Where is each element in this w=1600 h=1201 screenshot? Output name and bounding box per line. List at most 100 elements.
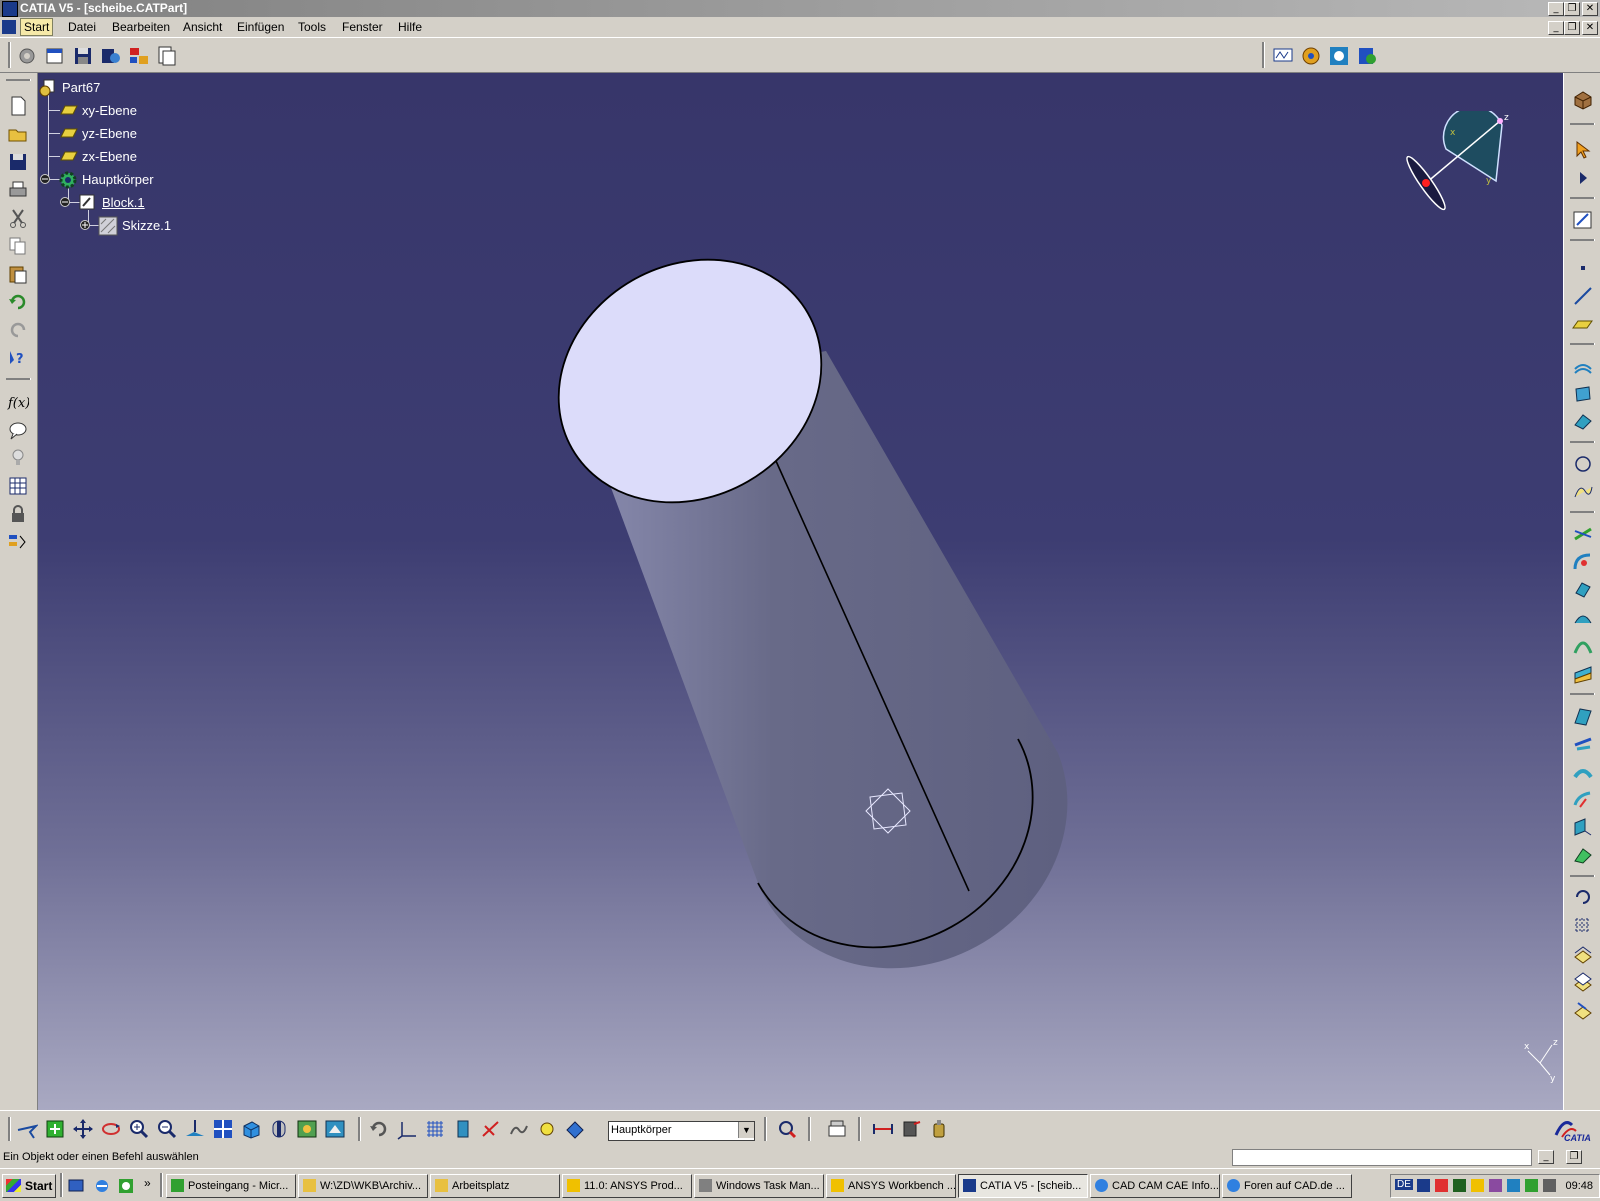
menu-bearbeiten[interactable]: Bearbeiten	[112, 20, 170, 34]
new-document-icon[interactable]	[7, 95, 29, 117]
save-icon[interactable]	[7, 151, 29, 173]
fillet-icon[interactable]	[1572, 551, 1594, 573]
antivirus-icon[interactable]	[1435, 1179, 1448, 1192]
select-arrow-icon[interactable]	[1572, 139, 1594, 161]
boolean-icon[interactable]	[1572, 943, 1594, 965]
fit-all-icon[interactable]	[44, 1118, 66, 1140]
extrude-icon[interactable]	[1572, 355, 1594, 377]
task-outlook[interactable]: Posteingang - Micr...	[166, 1174, 296, 1198]
task-explorer-archive[interactable]: W:\ZD\WKB\Archiv...	[298, 1174, 428, 1198]
3d-viewport[interactable]: Part67 xy-Ebene yz-Ebene zx-Ebene Hauptk…	[38, 73, 1563, 1110]
product-tree-icon[interactable]	[128, 45, 150, 67]
thick-surface-icon[interactable]	[1572, 705, 1594, 727]
document-icon[interactable]	[2, 20, 16, 34]
inertia-icon[interactable]	[928, 1118, 950, 1140]
comment-icon[interactable]	[7, 419, 29, 441]
ansys-tray-icon[interactable]	[1471, 1179, 1484, 1192]
display-tray-icon[interactable]	[1507, 1179, 1520, 1192]
translate-icon[interactable]	[1572, 579, 1594, 601]
show-desktop-icon[interactable]	[68, 1178, 84, 1194]
task-browser-cad-forum[interactable]: Foren auf CAD.de ...	[1222, 1174, 1352, 1198]
shading-icon[interactable]	[268, 1118, 290, 1140]
thickness-icon[interactable]	[1572, 845, 1594, 867]
compass-widget[interactable]: x y z	[1396, 111, 1516, 221]
menu-fenster[interactable]: Fenster	[342, 20, 383, 34]
chevron-down-icon[interactable]: ▼	[738, 1122, 754, 1138]
loft-icon[interactable]	[1572, 607, 1594, 629]
doc-close-button[interactable]: ✕	[1582, 21, 1598, 35]
transform-icon[interactable]	[1572, 887, 1594, 909]
zoom-out-icon[interactable]	[156, 1118, 178, 1140]
restore-button[interactable]: ❐	[1564, 2, 1580, 16]
task-catia[interactable]: CATIA V5 - [scheib...	[958, 1174, 1088, 1198]
assemble-icon[interactable]	[1572, 971, 1594, 993]
menu-hilfe[interactable]: Hilfe	[398, 20, 422, 34]
network-icon[interactable]	[1417, 1179, 1430, 1192]
pan-icon[interactable]	[72, 1118, 94, 1140]
monitor-icon[interactable]	[1453, 1179, 1466, 1192]
point-icon[interactable]	[1572, 257, 1594, 279]
lock-icon[interactable]	[7, 503, 29, 525]
iso-view-icon[interactable]	[240, 1118, 262, 1140]
save-management-icon[interactable]	[100, 45, 122, 67]
workbench-icon[interactable]	[1572, 89, 1594, 111]
catalog-icon[interactable]	[1356, 45, 1378, 67]
menu-tools[interactable]: Tools	[298, 20, 326, 34]
hide-show-icon[interactable]	[296, 1118, 318, 1140]
pattern-icon[interactable]	[1572, 915, 1594, 937]
close-button[interactable]: ✕	[1582, 2, 1598, 16]
task-ansys-product[interactable]: 11.0: ANSYS Prod...	[562, 1174, 692, 1198]
sweep-icon[interactable]	[1572, 411, 1594, 433]
circle-icon[interactable]	[1572, 453, 1594, 475]
union-trim-icon[interactable]	[1572, 999, 1594, 1021]
compass-z-handle[interactable]	[1497, 118, 1503, 124]
play-icon[interactable]	[1572, 167, 1594, 189]
volume-icon[interactable]	[1543, 1179, 1556, 1192]
catalog-browser-icon[interactable]	[826, 1118, 848, 1140]
menu-start[interactable]: Start	[20, 18, 54, 36]
surface-display-icon[interactable]	[564, 1118, 586, 1140]
more-quicklaunch-icon[interactable]: »	[144, 1176, 151, 1190]
normal-view-icon[interactable]	[184, 1118, 206, 1140]
search-icon[interactable]	[776, 1118, 798, 1140]
task-my-computer[interactable]: Arbeitsplatz	[430, 1174, 560, 1198]
minimize-button[interactable]: _	[1548, 2, 1564, 16]
law-icon[interactable]	[7, 531, 29, 553]
spline-icon[interactable]	[1572, 481, 1594, 503]
language-indicator[interactable]: DE	[1395, 1179, 1413, 1190]
bulb-icon[interactable]	[7, 447, 29, 469]
task-task-manager[interactable]: Windows Task Man...	[694, 1174, 824, 1198]
draft-icon[interactable]	[1572, 789, 1594, 811]
status-minimize-button[interactable]: _	[1538, 1150, 1554, 1164]
compass-origin[interactable]	[1422, 179, 1430, 187]
knowledge-icon[interactable]	[1272, 45, 1294, 67]
line-icon[interactable]	[1572, 285, 1594, 307]
clock[interactable]: 09:48	[1565, 1180, 1593, 1192]
command-input[interactable]	[1232, 1149, 1532, 1166]
update-icon[interactable]	[368, 1118, 390, 1140]
spring-icon[interactable]	[508, 1118, 530, 1140]
start-button[interactable]: Start	[2, 1174, 56, 1198]
measure-icon[interactable]	[452, 1118, 474, 1140]
menu-datei[interactable]: Datei	[68, 20, 96, 34]
table-icon[interactable]	[7, 475, 29, 497]
light-icon[interactable]	[536, 1118, 558, 1140]
shell-icon[interactable]	[1572, 817, 1594, 839]
undo-icon[interactable]	[7, 291, 29, 313]
constraint-icon[interactable]	[480, 1118, 502, 1140]
rotate-icon[interactable]	[100, 1118, 122, 1140]
document-tree-icon[interactable]	[156, 45, 178, 67]
paste-icon[interactable]	[7, 263, 29, 285]
internet-explorer-icon[interactable]	[94, 1178, 110, 1194]
multi-view-icon[interactable]	[212, 1118, 234, 1140]
print-icon[interactable]	[7, 179, 29, 201]
fly-mode-icon[interactable]	[16, 1118, 38, 1140]
update-tray-icon[interactable]	[1525, 1179, 1538, 1192]
revolve-icon[interactable]	[1572, 383, 1594, 405]
measure-between-icon[interactable]	[872, 1118, 894, 1140]
redo-icon[interactable]	[7, 319, 29, 341]
gear-icon[interactable]	[16, 45, 38, 67]
zoom-in-icon[interactable]	[128, 1118, 150, 1140]
compass-dome[interactable]	[1442, 111, 1503, 183]
parameters-icon[interactable]	[1300, 45, 1322, 67]
